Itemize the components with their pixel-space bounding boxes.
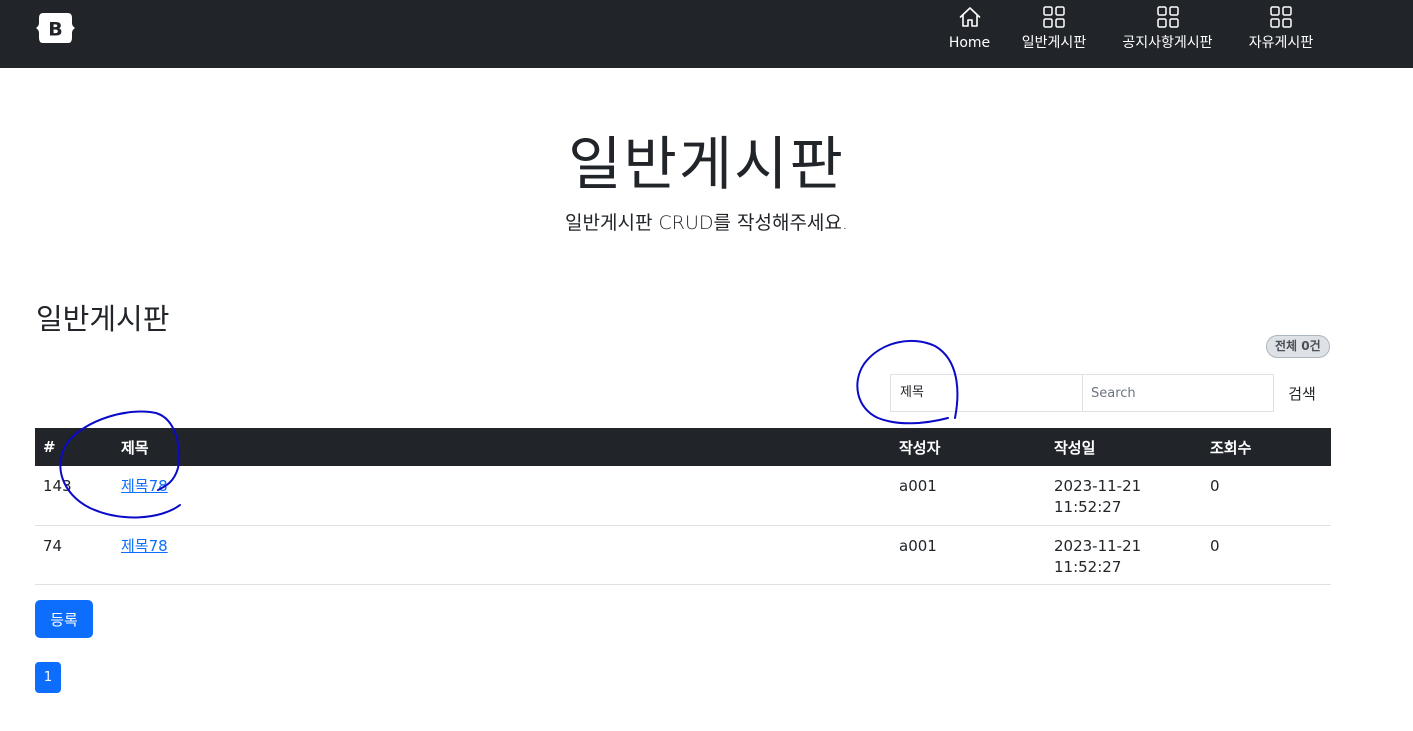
post-date-cell: 2023-11-21 11:52:27 [1046,525,1202,585]
board-table: # 제목 작성자 작성일 조회수 143 제목78 a001 2023-11-2… [35,428,1331,585]
post-writer: a001 [891,466,1046,526]
post-date: 2023-11-21 [1054,477,1142,495]
table-row: 143 제목78 a001 2023-11-21 11:52:27 0 [35,466,1331,526]
nav-item-home[interactable]: Home [942,0,997,68]
house-icon [959,7,980,27]
post-views: 0 [1202,525,1331,585]
post-views: 0 [1202,466,1331,526]
column-header-date: 작성일 [1054,438,1096,457]
nav-item-label: 일반게시판 [1021,35,1087,51]
grid-icon [1270,6,1292,28]
nav-item-label: 공지사항게시판 [1122,35,1213,51]
search-type-select[interactable]: 제목 [890,374,1083,412]
column-header-title: 제목 [121,438,149,457]
post-date: 2023-11-21 [1054,536,1142,555]
board-title: 일반게시판 [36,302,170,336]
grid-icon [1156,6,1179,28]
post-number: 143 [35,466,113,526]
post-number: 74 [35,525,113,585]
annotation-overlay [59,339,959,519]
post-writer: a001 [891,525,1046,585]
register-button[interactable]: 등록 [35,600,93,638]
nav-item-label: Home [948,35,991,51]
nav-item-general-board[interactable]: 일반게시판 [1014,0,1094,68]
column-header-views: 조회수 [1210,438,1252,457]
column-header-writer: 작성자 [899,438,941,457]
top-navbar: B Home 일반게시판 공지사항게시판 자유게시판 [0,0,1413,68]
post-title-cell: 제목78 [113,466,891,526]
nav-item-notice-board[interactable]: 공지사항게시판 [1110,0,1225,68]
table-header-row: # 제목 작성자 작성일 조회수 [35,428,1331,466]
column-header-number: # [43,438,56,456]
grid-icon [1043,6,1065,28]
nav-item-free-board[interactable]: 자유게시판 [1240,0,1322,68]
bootstrap-logo[interactable]: B [35,10,76,46]
pagination-page-1[interactable]: 1 [35,662,61,693]
hero-title: 일반게시판 [568,130,845,198]
nav-item-label: 자유게시판 [1248,35,1314,51]
search-input[interactable] [1082,374,1274,412]
post-title-link[interactable]: 제목78 [121,537,168,555]
table-row: 74 제목78 a001 2023-11-21 11:52:27 0 [35,525,1331,585]
post-time: 11:52:27 [1054,557,1122,576]
post-title-link[interactable]: 제목78 [121,477,168,495]
post-time: 11:52:27 [1054,498,1122,516]
post-date-cell: 2023-11-21 11:52:27 [1046,466,1202,526]
hero-subtitle: 일반게시판 CRUD를 작성해주세요. [565,212,848,234]
search-button[interactable]: 검색 [1278,374,1326,412]
total-count-badge: 전체 0건 [1266,335,1330,358]
post-title-cell: 제목78 [113,525,891,585]
svg-text:B: B [48,19,62,41]
